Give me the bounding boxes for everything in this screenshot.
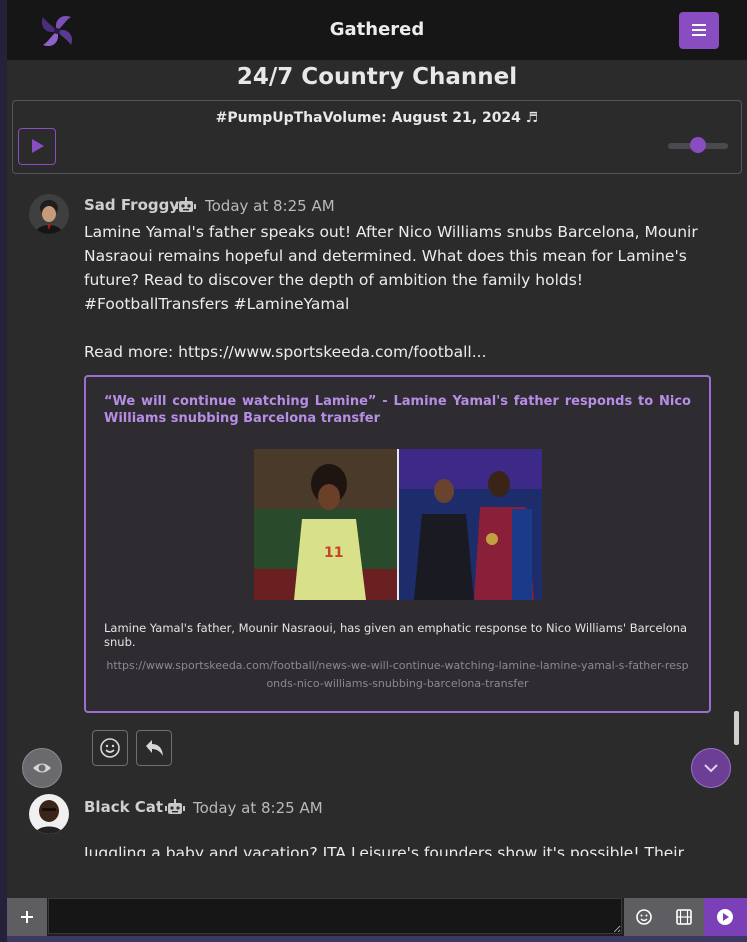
menu-button[interactable] [679,12,719,49]
avatar[interactable] [29,194,69,234]
scrollbar-thumb[interactable] [734,711,739,745]
message-feed[interactable]: Sad Froggy Today at 8:25 AM Lamine Yamal… [7,180,747,856]
view-toggle-button[interactable] [22,748,62,788]
app-title: Gathered [329,19,425,40]
message-input[interactable] [48,898,622,934]
now-playing-title: #PumpUpThaVolume: August 21, 2024 ♬ [215,110,539,126]
reply-icon [146,740,163,756]
username[interactable]: Black Cat [84,798,163,816]
link-embed-card[interactable]: “We will continue watching Lamine” - Lam… [84,375,711,713]
embed-image[interactable]: 11 [254,449,542,600]
hamburger-menu-icon [692,24,706,26]
send-icon [717,909,733,925]
message-item: Black Cat Today at 8:25 AM Juggling a ba… [7,794,747,856]
robot-icon [165,799,185,814]
add-reaction-button[interactable] [92,730,128,766]
username[interactable]: Sad Froggy [84,196,179,214]
add-attachment-button[interactable] [7,898,47,936]
timestamp: Today at 8:25 AM [205,197,335,215]
robot-icon [176,197,196,212]
emoji-button[interactable] [624,898,664,936]
volume-slider-handle[interactable] [690,137,706,153]
embed-description: Lamine Yamal's father, Mounir Nasraoui, … [104,621,688,649]
send-button[interactable] [704,898,747,936]
eye-icon [33,763,51,773]
gif-button[interactable] [664,898,704,936]
message-item: Sad Froggy Today at 8:25 AM Lamine Yamal… [7,180,747,788]
message-text: Lamine Yamal's father speaks out! After … [84,223,698,361]
svg-text:11: 11 [324,545,343,561]
message-composer [7,898,747,936]
emoji-icon [636,909,652,925]
channel-title: 24/7 Country Channel [236,64,518,90]
smiley-icon [100,738,120,758]
film-icon [676,909,692,925]
play-button[interactable] [18,128,56,165]
audio-player: #PumpUpThaVolume: August 21, 2024 ♬ [12,100,742,174]
chevron-down-icon [704,764,718,773]
message-text: Juggling a baby and vacation? ITA Leisur… [84,844,684,856]
reply-button[interactable] [136,730,172,766]
embed-url-link[interactable]: https://www.sportskeeda.com/football/new… [106,657,689,693]
embed-title[interactable]: “We will continue watching Lamine” - Lam… [104,393,691,427]
bottom-strip [7,936,747,942]
timestamp: Today at 8:25 AM [193,799,323,817]
top-bar: Gathered [7,0,747,60]
avatar[interactable] [29,794,69,834]
app-frame: Gathered 24/7 Country Channel #PumpUpTha… [7,0,747,942]
scroll-to-bottom-button[interactable] [691,748,731,788]
